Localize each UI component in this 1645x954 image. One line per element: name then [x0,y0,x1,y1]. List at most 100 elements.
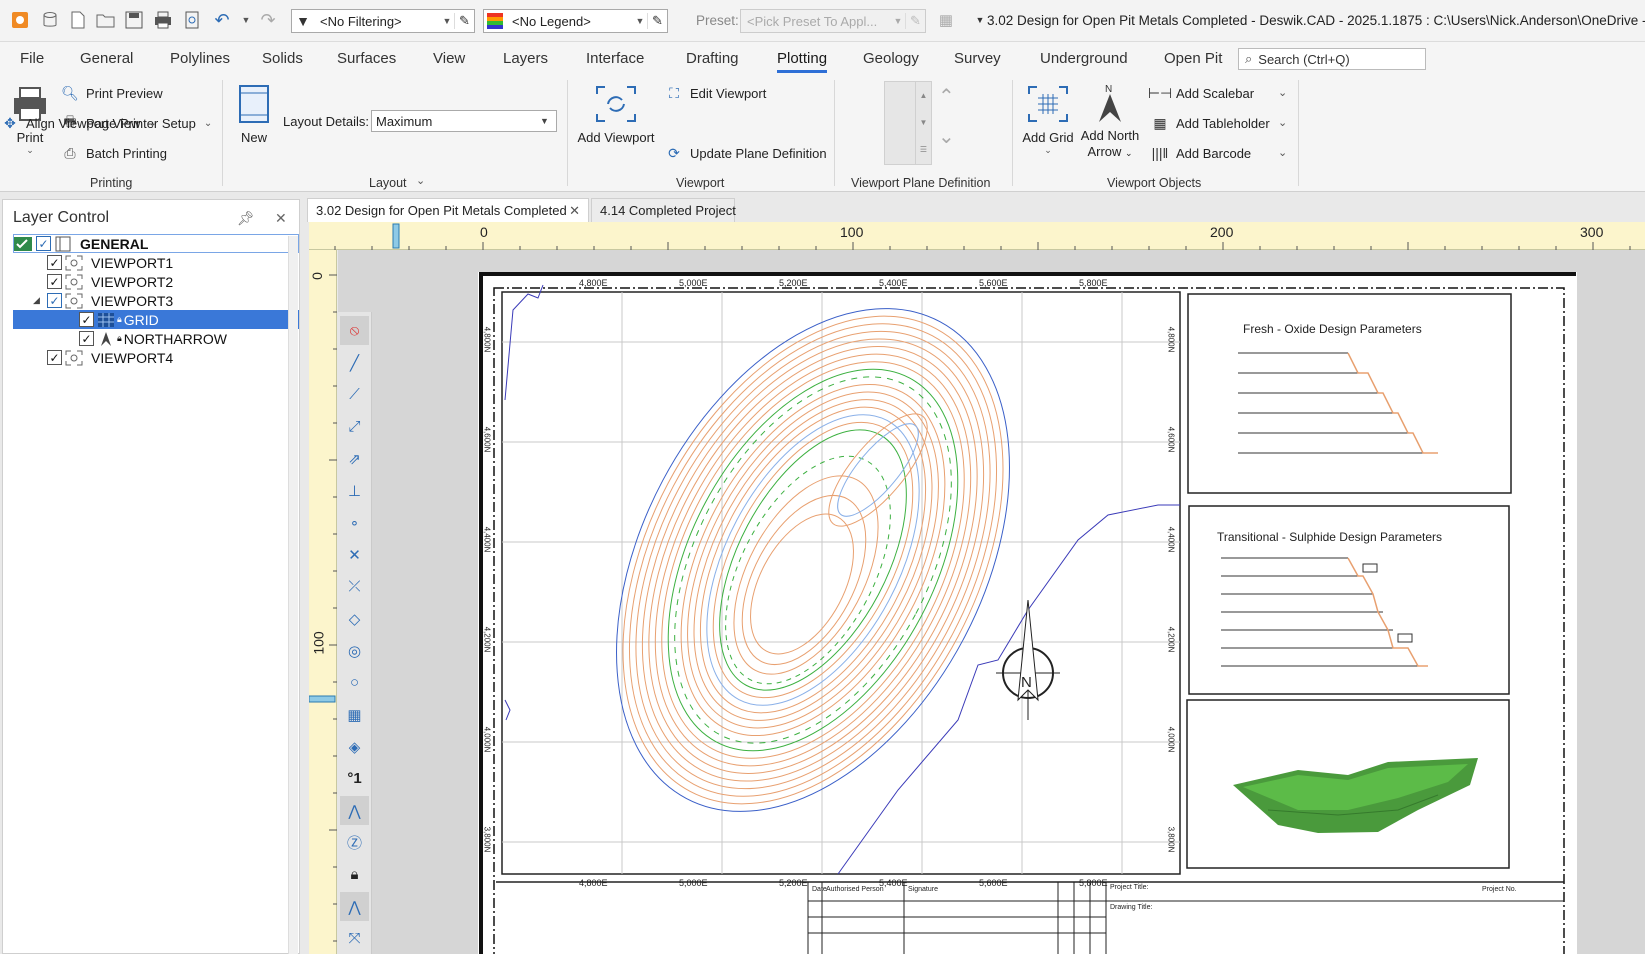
snap-tangent-icon[interactable]: ○ [340,668,369,697]
doc-tab-inactive[interactable]: 4.14 Completed Project [591,198,736,222]
layer-checkbox[interactable]: ✓ [47,274,62,289]
snap-vertex-icon[interactable]: ⋀ [340,796,369,825]
snap-along-icon[interactable]: ⤢ [340,412,369,441]
tab-geology[interactable]: Geology [863,50,919,67]
snap-point-icon[interactable]: ∘ [340,508,369,537]
layers-preset-icon[interactable]: ▦ [936,10,956,30]
gallery-expand-icon[interactable]: ☰ [916,136,931,163]
close-icon[interactable]: ✕ [569,203,580,219]
snap-more-icon[interactable]: ⤧ [340,924,369,953]
filter-combo[interactable]: ▼ <No Filtering> ▼ ✎ [291,9,475,33]
add-viewport-button[interactable]: Add Viewport [575,82,657,145]
new-file-icon[interactable] [68,10,88,30]
snap-grid-icon[interactable]: ▦ [340,700,369,729]
layer-panel-scrollbar[interactable] [288,236,298,954]
tab-open-pit[interactable]: Open Pit [1164,50,1222,67]
layer-row-viewport3[interactable]: ◢ ✓ VIEWPORT3 [13,291,299,310]
align-viewport-view-button[interactable]: ✥ Align Viewport View ⌄ [0,112,157,134]
layer-row-grid[interactable]: ✓ 🔒︎ GRID [13,310,299,329]
doc-tab-active[interactable]: 3.02 Design for Open Pit Metals Complete… [307,198,589,222]
tab-file[interactable]: File [20,50,44,67]
tab-surfaces[interactable]: Surfaces [337,50,396,67]
snap-center-icon[interactable]: ◎ [340,636,369,665]
chevron-down-icon[interactable]: ⌄ [1278,146,1287,159]
chevron-up-icon[interactable]: ▲ [916,82,931,109]
layer-row-viewport4[interactable]: ✓ VIEWPORT4 [13,348,299,367]
undo-icon[interactable]: ↶ [212,10,232,30]
database-icon[interactable] [40,10,60,30]
tab-plotting[interactable]: Plotting [777,50,828,73]
layer-checkbox[interactable]: ✓ [47,293,62,308]
tab-solids[interactable]: Solids [262,50,303,67]
tab-underground[interactable]: Underground [1040,50,1128,67]
gallery-scroll[interactable]: ▲ ▼ ☰ [915,82,931,164]
print-preview-icon[interactable] [182,10,202,30]
horizontal-ruler[interactable]: 0 100 200 300 [309,222,1645,250]
snap-polyline-icon[interactable]: ⋀ [340,892,369,921]
print-icon[interactable] [153,10,173,30]
undo-dropdown-icon[interactable]: ▼ [236,10,256,30]
snap-count-icon[interactable]: °1 [340,764,369,793]
layer-row-viewport2[interactable]: ✓ VIEWPORT2 [13,272,299,291]
layer-checkbox[interactable]: ✓ [36,236,51,251]
chevron-up-icon[interactable]: ⌃ [938,84,955,109]
snap-off-icon[interactable]: ⦸ [340,316,369,345]
snap-extend-icon[interactable]: ⇗ [340,444,369,473]
tab-survey[interactable]: Survey [954,50,1001,67]
layer-visibility-icon[interactable] [14,235,32,252]
layout-details-select[interactable]: Maximum ▼ [371,110,557,132]
snap-apparent-intersection-icon[interactable]: ⤫ [340,572,369,601]
chevron-down-icon[interactable]: ▼ [916,109,931,136]
vertical-ruler[interactable]: 0 100 [309,250,337,954]
layout-dialog-launcher-icon[interactable]: ⌄ [416,174,425,187]
tab-polylines[interactable]: Polylines [170,50,230,67]
preset-combo[interactable]: <Pick Preset To Appl... ▼ ✎ [740,9,926,33]
print-preview-button[interactable]: 🔍︎ Print Preview [60,82,162,104]
open-folder-icon[interactable] [96,10,116,30]
app-logo-icon[interactable] [10,10,30,30]
redo-icon[interactable]: ↷ [258,10,278,30]
snap-intersection-icon[interactable]: ✕ [340,540,369,569]
tab-view[interactable]: View [433,50,465,67]
layer-checkbox[interactable]: ✓ [79,331,94,346]
z-lock-icon[interactable]: Ⓩ [340,828,369,857]
add-scalebar-button[interactable]: ⊢⊣ Add Scalebar [1148,82,1254,104]
add-north-arrow-button[interactable]: N Add North Arrow ⌄ [1080,82,1140,161]
chevron-down-icon[interactable]: ⌄ [1278,116,1287,129]
layer-row-general[interactable]: ✓ GENERAL [13,234,299,253]
pencil-icon[interactable]: ✎ [454,13,474,29]
lock-icon[interactable]: 🔒︎ [117,314,122,325]
plane-definition-gallery[interactable]: ▲ ▼ ☰ [884,81,932,165]
add-tableholder-button[interactable]: ▦ Add Tableholder [1150,112,1269,134]
chevron-down-icon[interactable]: ⌄ [938,124,955,149]
close-icon[interactable]: ✕ [275,210,287,227]
pin-icon[interactable]: 📌︎ [237,210,255,227]
tab-drafting[interactable]: Drafting [686,50,739,67]
snap-node-icon[interactable]: ◈ [340,732,369,761]
snap-line-icon[interactable]: ╱ [340,348,369,377]
tab-interface[interactable]: Interface [586,50,644,67]
layer-row-northarrow[interactable]: ✓ 🔒︎ NORTHARROW [13,329,299,348]
pencil-icon[interactable]: ✎ [647,13,667,29]
legend-combo[interactable]: <No Legend> ▼ ✎ [483,9,668,33]
layer-row-viewport1[interactable]: ✓ VIEWPORT1 [13,253,299,272]
chevron-down-icon[interactable]: ⌄ [1278,86,1287,99]
snap-perpendicular-icon[interactable]: ⊥ [340,476,369,505]
tab-layers[interactable]: Layers [503,50,548,67]
drawing-canvas[interactable]: 4,800E 5,000E 5,200E 5,400E 5,600E 5,800… [338,250,1645,954]
add-grid-button[interactable]: Add Grid ⌄ [1020,82,1076,156]
lock-icon[interactable]: 🔒︎ [117,333,122,344]
layer-checkbox[interactable]: ✓ [47,255,62,270]
layer-checkbox[interactable]: ✓ [47,350,62,365]
layer-checkbox[interactable]: ✓ [79,312,94,327]
new-layout-button[interactable]: New [232,82,276,145]
update-plane-definition-button[interactable]: ⟳ Update Plane Definition [664,142,826,164]
snap-lock-icon[interactable]: 🔒︎ [340,860,369,889]
snap-quadrant-icon[interactable]: ◇ [340,604,369,633]
batch-printing-button[interactable]: ⎙ Batch Printing [60,142,167,164]
search-input[interactable]: ⌕ Search (Ctrl+Q) [1238,48,1426,70]
add-barcode-button[interactable]: |||‖ Add Barcode [1150,142,1252,164]
edit-viewport-button[interactable]: ⛶ Edit Viewport [664,82,766,104]
save-icon[interactable] [124,10,144,30]
tab-general[interactable]: General [80,50,133,67]
